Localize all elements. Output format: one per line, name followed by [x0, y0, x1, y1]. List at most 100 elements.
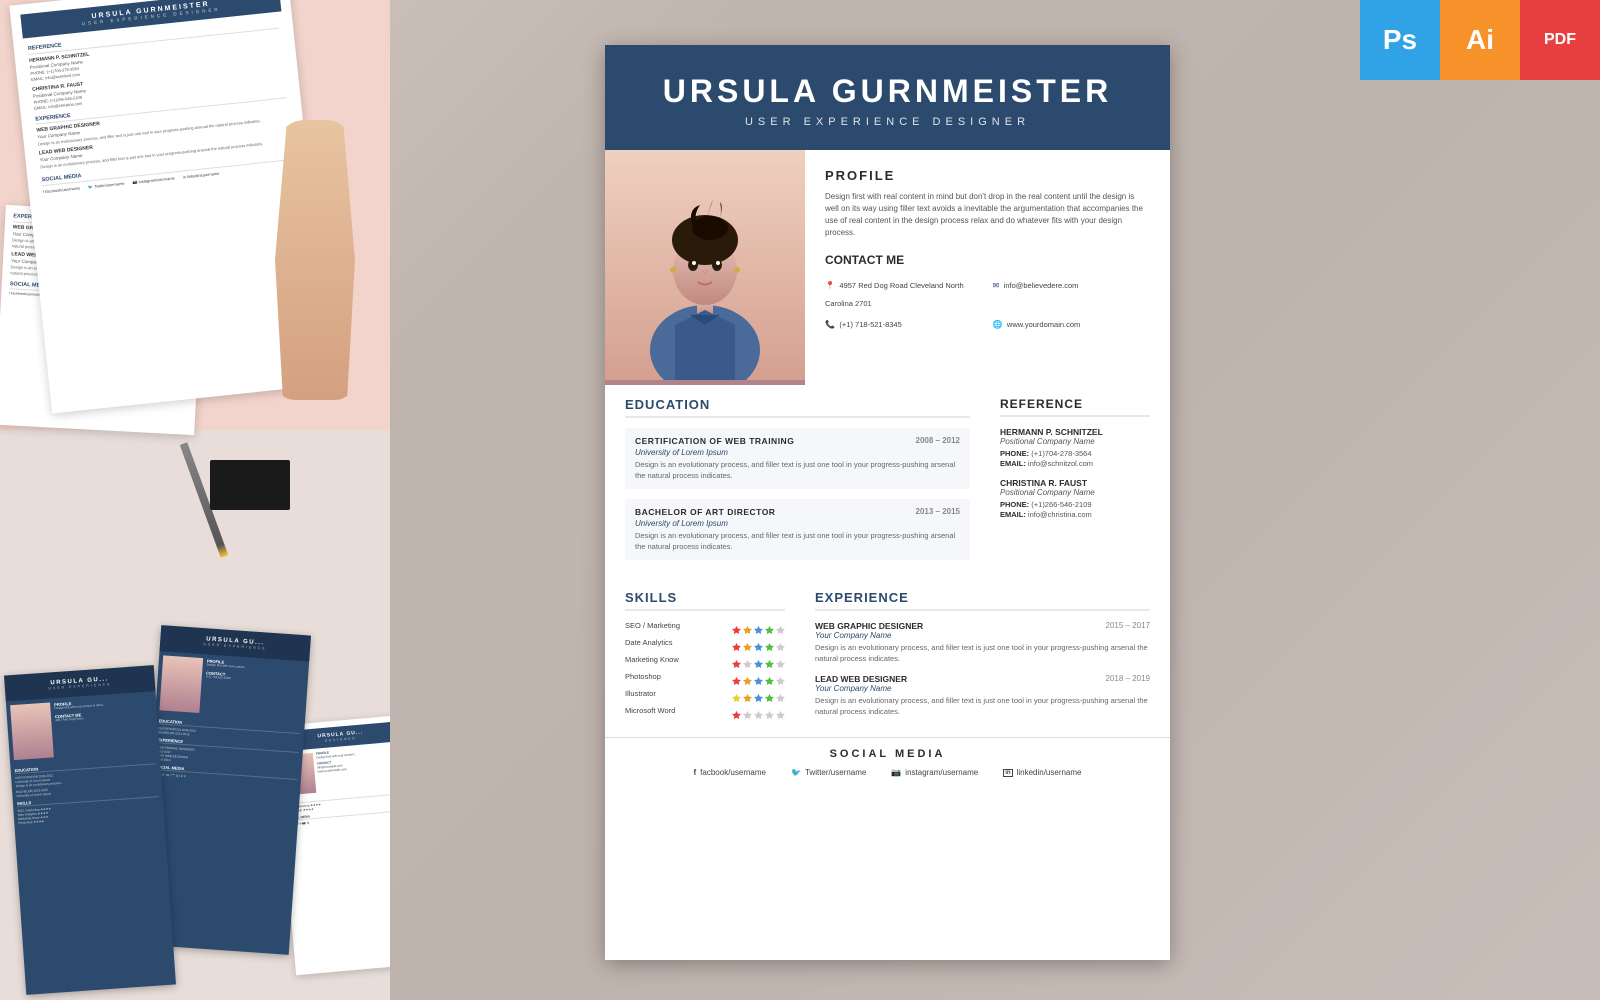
ref-company-1: Positional Company Name: [1000, 437, 1150, 446]
contact-heading: CONTACT ME: [825, 253, 1150, 267]
phone-icon: 📞: [825, 320, 835, 329]
contact-address: 4957 Red Dog Road Cleveland North Caroli…: [825, 281, 964, 308]
education-section: EDUCATION CERTIFICATION OF WEB TRAINING …: [605, 385, 985, 580]
exp-role-1: WEB GRAPHIC DESIGNER: [815, 621, 923, 631]
skill-stars-word: [732, 706, 785, 715]
contact-website: www.yourdomain.com: [1007, 320, 1080, 329]
photoshop-button[interactable]: Ps: [1360, 0, 1440, 80]
exp-desc-1: Design is an evolutionary process, and f…: [815, 643, 1150, 664]
skill-name-analytics: Date Analytics: [625, 638, 673, 647]
contact-phone-item: 📞 (+1) 718-521-8345: [825, 314, 983, 332]
resume-mid-section: EDUCATION CERTIFICATION OF WEB TRAINING …: [605, 385, 1170, 580]
profile-text: Design first with real content in mind b…: [825, 191, 1150, 239]
skill-name-marketing: Marketing Know: [625, 655, 679, 664]
skills-section: SKILLS SEO / Marketing Date Analytics: [605, 580, 800, 737]
skill-row-marketing: Marketing Know: [625, 655, 785, 664]
skill-row-word: Microsoft Word: [625, 706, 785, 715]
skill-stars-illustrator: [732, 689, 785, 698]
illustrator-button[interactable]: Ai: [1440, 0, 1520, 80]
skill-name-illustrator: Illustrator: [625, 689, 656, 698]
skill-stars-photoshop: [732, 672, 785, 681]
contact-email-item: ✉ info@believedere.com: [993, 275, 1151, 311]
box-decoration: [210, 460, 290, 510]
ref-phone-2: PHONE: (+1)266-546-2109: [1000, 500, 1150, 509]
social-heading: SOCIAL MEDIA: [625, 748, 1150, 760]
star-2: [743, 621, 752, 630]
education-entry-2: BACHELOR OF ART DIRECTOR 2013 – 2015 Uni…: [625, 499, 970, 560]
exp-year-1: 2015 – 2017: [1106, 621, 1151, 631]
contact-grid: 📍 4957 Red Dog Road Cleveland North Caro…: [825, 275, 1150, 332]
skills-heading: SKILLS: [625, 590, 785, 611]
edu-desc-1: Design is an evolutionary process, and f…: [635, 460, 960, 481]
experience-heading: EXPERIENCE: [815, 590, 1150, 611]
ps-label: Ps: [1383, 24, 1417, 56]
star-1: [732, 621, 741, 630]
ref-company-2: Positional Company Name: [1000, 488, 1150, 497]
resume-header: URSULA GURNMEISTER USER EXPERIENCE DESIG…: [605, 45, 1170, 150]
location-icon: 📍: [825, 281, 835, 290]
edu-degree-1: CERTIFICATION OF WEB TRAINING: [635, 436, 794, 446]
profile-heading: PROFILE: [825, 168, 1150, 183]
hand-holding: [250, 120, 380, 440]
web-icon: 🌐: [993, 320, 1003, 329]
resume-photo: [605, 150, 805, 385]
app-toolbar: Ps Ai PDF: [1360, 0, 1600, 80]
reference-person-1: HERMANN P. SCHNITZEL Positional Company …: [1000, 427, 1150, 468]
skill-stars-seo: [732, 621, 785, 630]
education-entry-1: CERTIFICATION OF WEB TRAINING 2008 – 201…: [625, 428, 970, 489]
edu-year-1: 2008 – 2012: [916, 436, 961, 445]
social-linkedin: in linkedin/username: [1003, 768, 1081, 777]
exp-company-2: Your Company Name: [815, 684, 1150, 693]
edu-year-2: 2013 – 2015: [916, 507, 961, 516]
experience-entry-1: WEB GRAPHIC DESIGNER 2015 – 2017 Your Co…: [815, 621, 1150, 664]
ref-name-1: HERMANN P. SCHNITZEL: [1000, 427, 1150, 437]
facebook-icon: f: [694, 768, 697, 777]
reference-section: REFERENCE HERMANN P. SCHNITZEL Positiona…: [985, 385, 1170, 580]
skill-row-illustrator: Illustrator: [625, 689, 785, 698]
resume-info-section: PROFILE Design first with real content i…: [805, 150, 1170, 385]
email-icon: ✉: [993, 281, 1000, 290]
star-3: [754, 621, 763, 630]
edu-degree-2: BACHELOR OF ART DIRECTOR: [635, 507, 775, 517]
skill-stars-marketing: [732, 655, 785, 664]
edu-desc-2: Design is an evolutionary process, and f…: [635, 531, 960, 552]
contact-phone: (+1) 718-521-8345: [839, 320, 901, 329]
contact-address-item: 📍 4957 Red Dog Road Cleveland North Caro…: [825, 275, 983, 311]
reference-heading: REFERENCE: [1000, 397, 1150, 417]
ref-name-2: CHRISTINA R. FAUST: [1000, 478, 1150, 488]
edu-uni-1: University of Lorem Ipsum: [635, 448, 960, 457]
social-instagram: 📷 instagram/username: [891, 768, 978, 777]
skill-name-photoshop: Photoshop: [625, 672, 661, 681]
facebook-handle: facbook/username: [700, 768, 766, 777]
experience-section: EXPERIENCE WEB GRAPHIC DESIGNER 2015 – 2…: [800, 580, 1170, 737]
preview-dark-1: URSULA GU... USER EXPERIENCE PROFILE Des…: [4, 665, 176, 995]
education-heading: EDUCATION: [625, 397, 970, 418]
ref-phone-1: PHONE: (+1)704-278-3564: [1000, 449, 1150, 458]
exp-desc-2: Design is an evolutionary process, and f…: [815, 696, 1150, 717]
skill-stars-analytics: [732, 638, 785, 647]
ref-email-1: EMAIL: info@schnitzol.com: [1000, 459, 1150, 468]
instagram-handle: instagram/username: [905, 768, 978, 777]
pdf-button[interactable]: PDF: [1520, 0, 1600, 80]
social-links: f facbook/username 🐦 Twitter/username 📷 …: [625, 768, 1150, 777]
linkedin-icon: in: [1003, 769, 1012, 777]
social-facebook: f facbook/username: [694, 768, 767, 777]
experience-entry-2: LEAD WEB DESIGNER 2018 – 2019 Your Compa…: [815, 674, 1150, 717]
resume-document: URSULA GURNMEISTER USER EXPERIENCE DESIG…: [605, 45, 1170, 960]
resume-title: USER EXPERIENCE DESIGNER: [635, 116, 1140, 128]
contact-website-item: 🌐 www.yourdomain.com: [993, 314, 1151, 332]
contact-email: info@believedere.com: [1004, 281, 1079, 290]
twitter-icon: 🐦: [791, 768, 801, 777]
exp-company-1: Your Company Name: [815, 631, 1150, 640]
skill-row-analytics: Date Analytics: [625, 638, 785, 647]
skill-name-seo: SEO / Marketing: [625, 621, 680, 630]
star-5: [776, 621, 785, 630]
social-twitter: 🐦 Twitter/username: [791, 768, 866, 777]
reference-person-2: CHRISTINA R. FAUST Positional Company Na…: [1000, 478, 1150, 519]
resume-top-section: PROFILE Design first with real content i…: [605, 150, 1170, 385]
edu-uni-2: University of Lorem Ipsum: [635, 519, 960, 528]
ref-email-2: EMAIL: info@christina.com: [1000, 510, 1150, 519]
exp-role-2: LEAD WEB DESIGNER: [815, 674, 907, 684]
resume-bottom-section: SKILLS SEO / Marketing Date Analytics: [605, 580, 1170, 737]
left-preview-area: URSULA GURNMEISTER USER EXPERIENCE DESIG…: [0, 0, 390, 1000]
